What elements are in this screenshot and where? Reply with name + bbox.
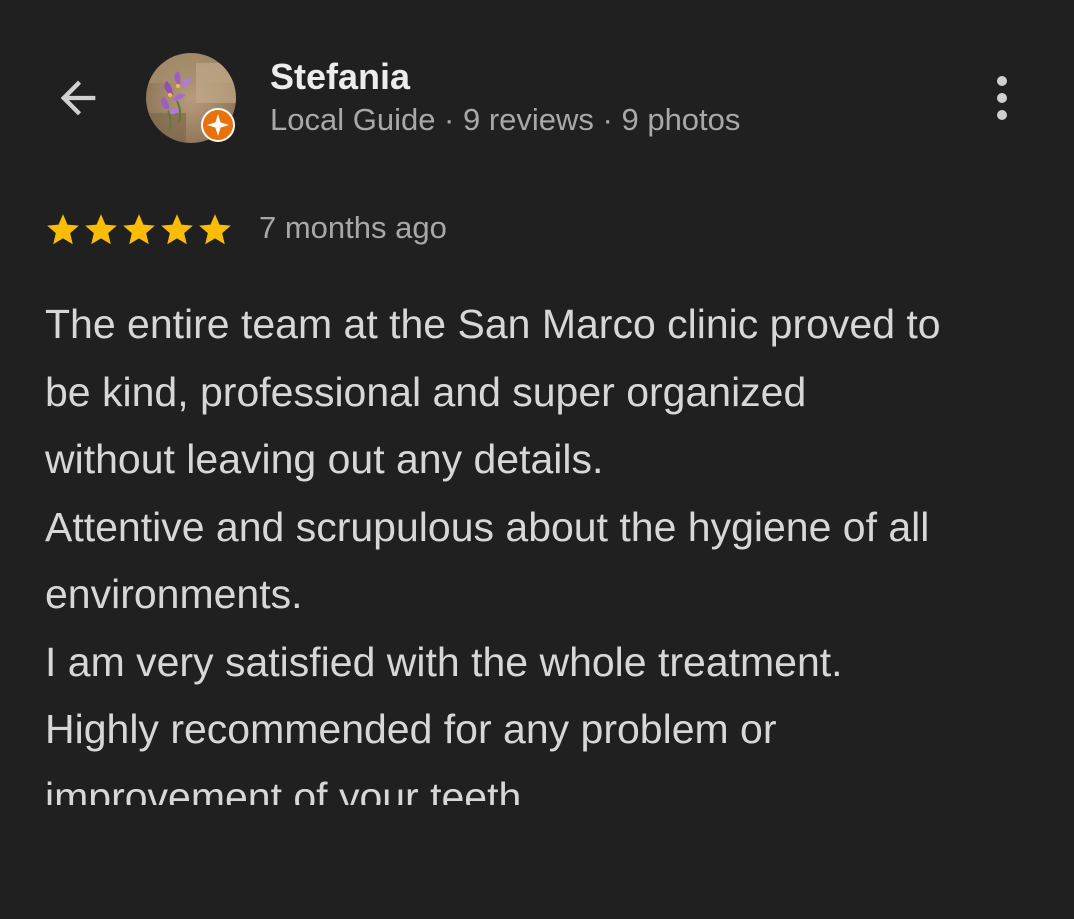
review-text: The entire team at the San Marco clinic … <box>45 291 1045 805</box>
more-vert-icon <box>997 76 1007 120</box>
review-line: The entire team at the San Marco clinic … <box>45 301 941 347</box>
local-guide-badge-icon <box>201 108 235 142</box>
review-line: Highly recommended for any problem or <box>45 706 777 752</box>
reviewer-avatar[interactable] <box>146 53 236 143</box>
star-rating <box>44 210 234 250</box>
star-icon <box>199 214 231 245</box>
back-button[interactable] <box>48 68 108 128</box>
star-icon <box>161 214 193 245</box>
star-icon <box>47 214 79 245</box>
review-date: 7 months ago <box>259 210 447 245</box>
more-options-button[interactable] <box>976 68 1028 128</box>
review-line: improvement of your teeth. <box>45 773 533 806</box>
review-line: be kind, professional and super organize… <box>45 368 807 415</box>
review-line: I am very satisfied with the whole treat… <box>45 638 843 685</box>
review-line: Attentive and scrupulous about the hygie… <box>45 503 930 550</box>
review-line: environments. <box>45 571 303 617</box>
arrow-left-icon <box>60 80 96 116</box>
star-icon <box>123 214 155 245</box>
review-line: without leaving out any details. <box>45 436 604 482</box>
reviewer-meta: Local Guide · 9 reviews · 9 photos <box>270 102 741 137</box>
star-icon <box>85 214 117 245</box>
reviewer-name[interactable]: Stefania <box>270 56 410 98</box>
